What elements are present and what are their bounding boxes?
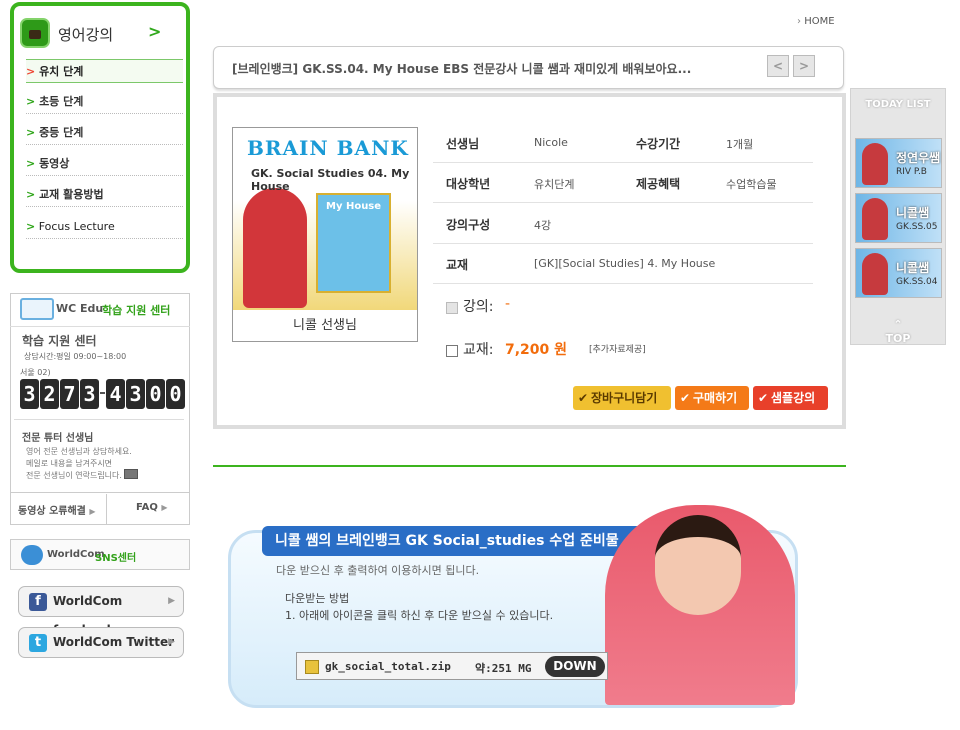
phone-digit: 2 <box>40 379 59 409</box>
menu-item-elementary[interactable]: > 초등 단계 <box>26 90 183 114</box>
today-item[interactable]: 정연우쌤 RIV P.B <box>855 138 942 188</box>
phone-dash <box>100 392 105 394</box>
faq-link[interactable]: FAQ ▶ <box>136 502 168 513</box>
lecture-checkbox[interactable] <box>446 302 458 314</box>
info-row: 선생님 Nicole 수강기간 1개월 <box>433 123 813 163</box>
home-link[interactable]: › HOME <box>797 16 835 27</box>
cover-brand: BRAIN BANK <box>247 136 409 160</box>
cover-art: BRAIN BANK GK. Social Studies 04. My Hou… <box>233 128 417 310</box>
mail-icon <box>20 298 54 320</box>
phone-digit: 3 <box>80 379 99 409</box>
cover-title: GK. Social Studies 04. My House <box>251 167 410 193</box>
book-cover: BRAIN BANK GK. Social Studies 04. My Hou… <box>232 127 418 342</box>
teacher-photo <box>243 188 307 308</box>
support-hours: 상담시간:평일 09:00~18:00 <box>24 352 127 361</box>
today-item[interactable]: 니콜쌤 GK.SS.04 <box>855 248 942 298</box>
tutor-title: 전문 튜터 선생님 <box>22 433 94 444</box>
support-logo: WC Edu 학습 지원 센터 <box>10 293 190 327</box>
phone-digit: 3 <box>20 379 39 409</box>
today-item[interactable]: 니콜쌤 GK.SS.05 <box>855 193 942 243</box>
video-error-link[interactable]: 동영상 오류해결 ▶ <box>18 502 96 517</box>
support-title: 학습 지원 센터 <box>22 334 97 348</box>
phone-digit: 4 <box>106 379 125 409</box>
lecture-label: 강의: <box>463 299 494 315</box>
how-title: 다운받는 방법 <box>285 592 350 605</box>
zip-file-icon <box>305 660 319 674</box>
banner-desc: 다운 받으신 후 출력하여 이용하시면 됩니다. <box>276 564 480 577</box>
info-row: 대상학년 유치단계 제공혜택 수업학습물 <box>433 163 813 203</box>
book-image: My House <box>316 193 391 293</box>
teacher-photo <box>605 505 795 705</box>
tutor-desc: 메일로 내용을 남겨주시면 <box>26 459 113 468</box>
tutor-desc: 전문 선생님이 연락드립니다. <box>26 471 122 480</box>
menu-item-kinder[interactable]: > 유치 단계 <box>26 59 183 83</box>
scroll-top-button[interactable]: ⌃ TOP <box>850 310 946 345</box>
menu-item-middle[interactable]: > 중등 단계 <box>26 121 183 145</box>
textbook-price: 7,200 원 <box>505 342 568 358</box>
twitter-button[interactable]: t WorldCom Twitter ▶ <box>18 627 184 658</box>
lecture-price: - <box>505 296 511 312</box>
textbook-note: [추가자료제공] <box>589 345 646 355</box>
menu-title: 영어강의 <box>58 26 114 44</box>
today-list-title: TODAY LIST <box>865 99 931 110</box>
phone-digit: 3 <box>126 379 145 409</box>
info-row: 강의구성 4강 <box>433 204 813 244</box>
today-list: TODAY LIST 정연우쌤 RIV P.B 니콜쌤 GK.SS.05 니콜쌤 GK… <box>850 88 946 345</box>
sample-lecture-button[interactable]: ✔ 샘플강의 <box>753 386 828 410</box>
info-row: 교재 [GK][Social Studies] 4. My House <box>433 244 813 284</box>
phone-digit: 7 <box>60 379 79 409</box>
banner-title: 니콜 쌤의 브레인뱅크 GK Social_studies 수업 준비물 <box>262 526 642 556</box>
file-size: 약:251 MG <box>475 662 532 675</box>
menu-header: 영어강의 > <box>20 18 170 54</box>
divider <box>14 419 184 420</box>
lecture-title: [브레인뱅크] GK.SS.04. My House EBS 전문강사 니콜 쌤… <box>232 62 692 76</box>
download-button[interactable]: DOWN <box>545 656 605 677</box>
chat-bubble-icon <box>21 545 43 565</box>
facebook-button[interactable]: f WorldCom facebook▶ <box>18 586 184 637</box>
cover-caption: 니콜 선생님 <box>293 318 357 333</box>
facebook-icon: f <box>29 593 47 611</box>
add-to-cart-button[interactable]: ✔ 장바구니담기 <box>573 386 671 410</box>
menu-item-focus-lecture[interactable]: > Focus Lecture <box>26 215 183 239</box>
lecture-titlebar: [브레인뱅크] GK.SS.04. My House EBS 전문강사 니콜 쌤… <box>213 46 844 89</box>
prev-arrow-icon[interactable]: < <box>767 55 789 77</box>
tutor-desc: 영어 전문 선생님과 상담하세요. <box>26 447 132 456</box>
sns-center: WorldCom SNS센터 <box>10 539 190 570</box>
download-box[interactable]: gk_social_total.zip 약:251 MG DOWN <box>296 652 608 680</box>
phone-digit: 0 <box>166 379 185 409</box>
divider <box>106 494 107 524</box>
textbook-label: 교재: <box>463 342 494 358</box>
buy-button[interactable]: ✔ 구매하기 <box>675 386 749 410</box>
menu-item-textbook-usage[interactable]: > 교재 활용방법 <box>26 183 183 207</box>
textbook-checkbox[interactable] <box>446 345 458 357</box>
twitter-icon: t <box>29 634 47 652</box>
chevron-right-icon: > <box>148 22 162 41</box>
divider <box>213 465 846 467</box>
support-center <box>10 293 190 525</box>
menu-item-video[interactable]: > 동영상 <box>26 152 183 176</box>
file-name: gk_social_total.zip <box>325 660 451 673</box>
next-arrow-icon[interactable]: > <box>793 55 815 77</box>
divider <box>10 492 190 493</box>
how-step: 1. 아래에 아이콘을 클릭 하신 후 다운 받으실 수 있습니다. <box>285 609 554 622</box>
phone-area: 서울 02) <box>20 368 51 377</box>
phone-digit: 0 <box>146 379 165 409</box>
briefcase-icon <box>20 18 50 48</box>
up-arrow-icon: ⌃ <box>893 318 903 331</box>
mail-icon[interactable] <box>124 469 138 479</box>
